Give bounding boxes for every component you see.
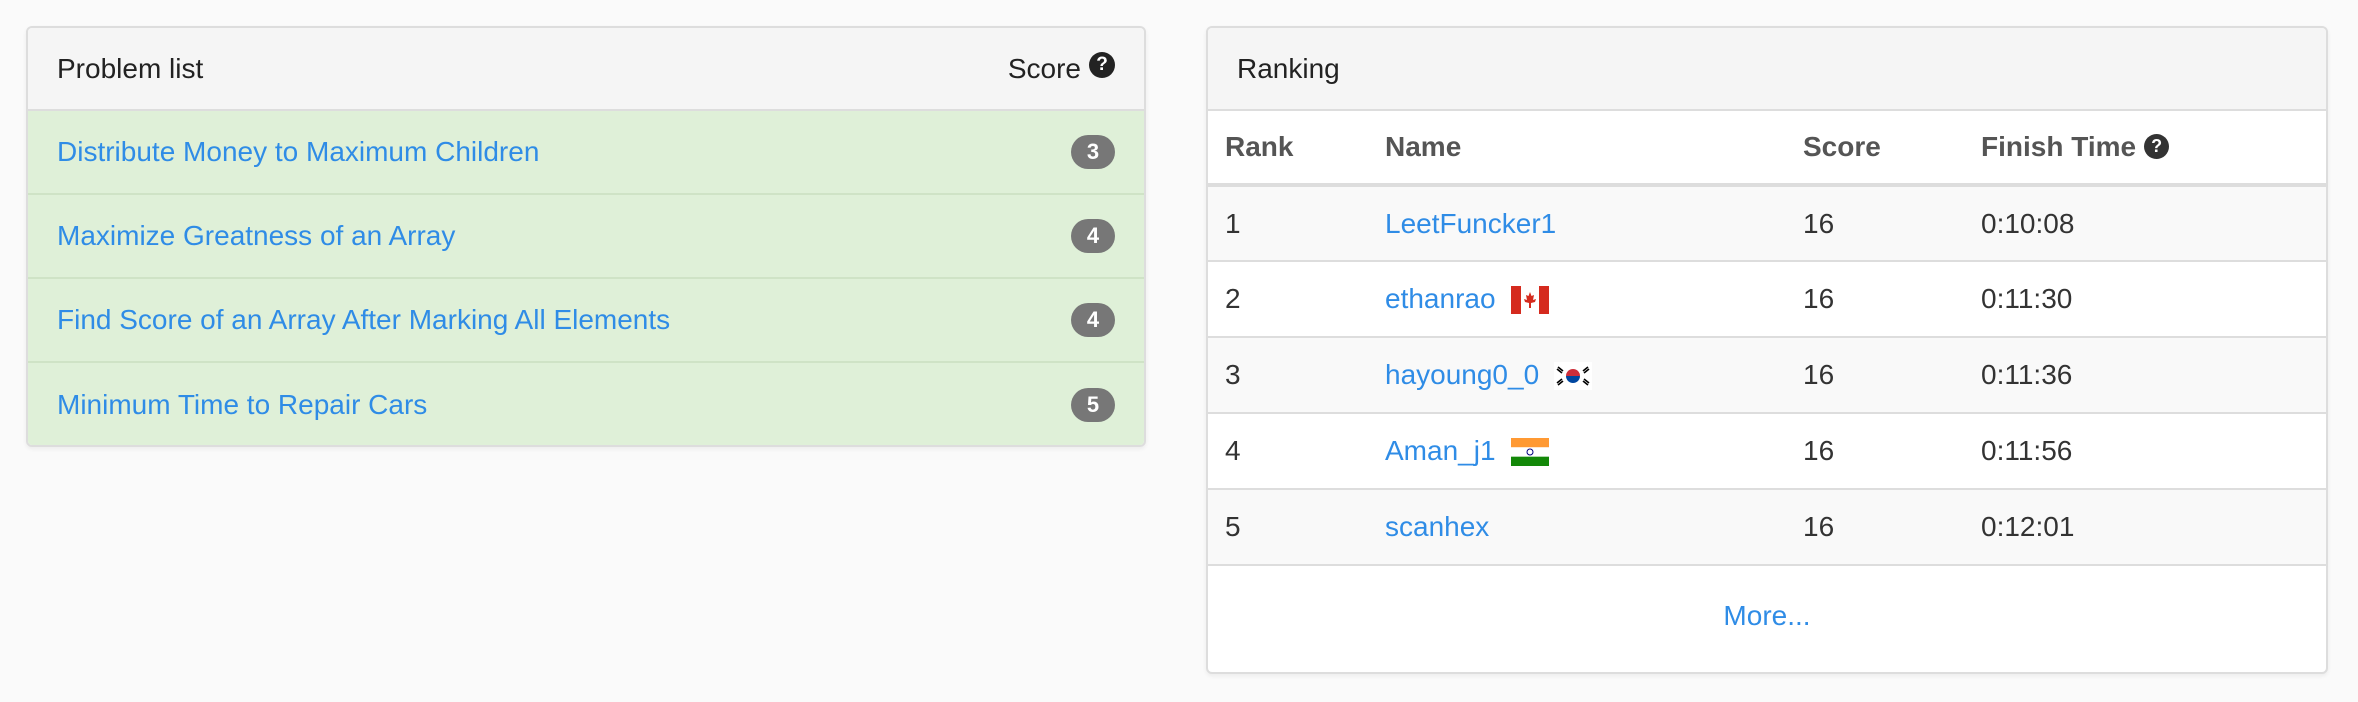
problem-list: Distribute Money to Maximum Children 3 M… (28, 111, 1144, 445)
problem-row: Minimum Time to Repair Cars 5 (28, 363, 1144, 445)
problem-link[interactable]: Maximize Greatness of an Array (57, 220, 1071, 252)
table-row: 4 Aman_j1 16 0:11:56 (1208, 413, 2326, 490)
score-cell: 16 (1786, 489, 1964, 566)
problem-list-title: Problem list (57, 52, 204, 84)
problem-score-badge: 4 (1071, 219, 1115, 253)
problem-row: Maximize Greatness of an Array 4 (28, 195, 1144, 279)
table-row: 5 scanhex 16 0:12:01 (1208, 489, 2326, 566)
score-column-header: Score ? (1007, 51, 1115, 85)
name-cell: LeetFuncker1 (1368, 185, 1786, 262)
india-flag-icon (1510, 438, 1549, 466)
user-link[interactable]: ethanrao (1385, 283, 1496, 315)
help-icon[interactable]: ? (2144, 133, 2170, 159)
score-cell: 16 (1786, 413, 1964, 490)
problem-score-badge: 3 (1071, 135, 1115, 169)
score-cell: 16 (1786, 261, 1964, 338)
problem-list-header: Problem list Score ? (28, 28, 1144, 111)
user-link[interactable]: scanhex (1385, 511, 1489, 542)
more-link[interactable]: More... (1723, 600, 1810, 632)
problem-list-panel: Problem list Score ? Distribute Money to… (26, 26, 1146, 447)
ranking-panel: Ranking Rank Name Score Finish Time ? 1 … (1206, 26, 2328, 674)
ranking-header-row: Rank Name Score Finish Time ? (1208, 111, 2326, 187)
rank-cell: 1 (1208, 185, 1368, 262)
rank-cell: 4 (1208, 413, 1368, 490)
more-row: More... (1208, 566, 2326, 666)
rank-cell: 5 (1208, 489, 1368, 566)
problem-link[interactable]: Minimum Time to Repair Cars (57, 389, 1071, 421)
finish-time-label: Finish Time (1981, 131, 2137, 162)
canada-flag-icon (1510, 286, 1549, 314)
problem-score-badge: 5 (1071, 388, 1115, 422)
ranking-header: Ranking (1208, 28, 2326, 111)
finish-time-cell: 0:11:30 (1964, 261, 2326, 338)
problem-link[interactable]: Find Score of an Array After Marking All… (57, 304, 1071, 336)
rank-cell: 3 (1208, 337, 1368, 414)
finish-time-cell: 0:11:36 (1964, 337, 2326, 414)
name-cell: scanhex (1368, 489, 1786, 566)
problem-row: Find Score of an Array After Marking All… (28, 279, 1144, 363)
finish-time-cell: 0:12:01 (1964, 489, 2326, 566)
finish-time-cell: 0:10:08 (1964, 185, 2326, 262)
user-link[interactable]: hayoung0_0 (1385, 359, 1539, 391)
ranking-title: Ranking (1237, 52, 1340, 84)
problem-score-badge: 4 (1071, 303, 1115, 337)
rank-cell: 2 (1208, 261, 1368, 338)
score-column-header: Score (1786, 111, 1964, 187)
name-column-header: Name (1368, 111, 1786, 187)
problem-link[interactable]: Distribute Money to Maximum Children (57, 136, 1071, 168)
south-korea-flag-icon (1554, 362, 1593, 390)
name-cell: ethanrao (1368, 261, 1786, 338)
finish-time-cell: 0:11:56 (1964, 413, 2326, 490)
name-cell: Aman_j1 (1368, 413, 1786, 490)
score-cell: 16 (1786, 337, 1964, 414)
table-row: 3 hayoung0_0 16 0:11:36 (1208, 337, 2326, 414)
name-cell: hayoung0_0 (1368, 337, 1786, 414)
user-link[interactable]: Aman_j1 (1385, 435, 1496, 467)
score-cell: 16 (1786, 185, 1964, 262)
table-row: 2 ethanrao 16 0:11:30 (1208, 261, 2326, 338)
ranking-table: Rank Name Score Finish Time ? 1 LeetFunc… (1208, 111, 2326, 566)
help-icon[interactable]: ? (1089, 51, 1115, 78)
finish-time-column-header: Finish Time ? (1964, 111, 2326, 187)
rank-column-header: Rank (1208, 111, 1368, 187)
score-label: Score (1007, 52, 1081, 84)
problem-row: Distribute Money to Maximum Children 3 (28, 111, 1144, 195)
table-row: 1 LeetFuncker1 16 0:10:08 (1208, 185, 2326, 262)
user-link[interactable]: LeetFuncker1 (1385, 208, 1556, 239)
